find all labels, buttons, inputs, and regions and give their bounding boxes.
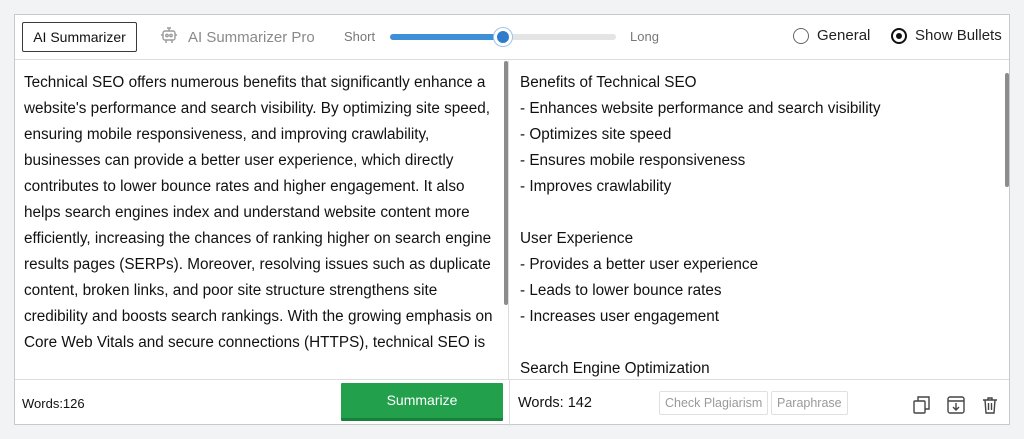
summary-section: User Experience - Provides a better user … [520,226,999,330]
radio-show-bullets[interactable]: Show Bullets [891,27,1002,44]
download-icon[interactable] [945,394,967,416]
radio-show-bullets-circle[interactable] [891,27,907,44]
radio-general-label: General [817,27,871,44]
summary-bullet: - Leads to lower bounce rates [520,282,722,299]
summary-bullet: - Provides a better user experience [520,256,759,273]
summary-section-heading: Benefits of Technical SEO [520,74,697,91]
footer-divider [509,380,510,426]
slider-handle[interactable] [494,28,512,46]
summary-pane: Benefits of Technical SEO - Enhances webs… [510,61,1009,379]
tab-ai-summarizer-pro[interactable]: AI Summarizer Pro [159,25,315,49]
summary-section: Search Engine Optimization [520,356,999,379]
footer: Words:126 Summarize Words: 142 Check Pla… [15,379,1009,426]
summary-word-count: Words: 142 [518,395,592,411]
check-plagiarism-button[interactable]: Check Plagiarism [659,391,769,415]
input-scrollbar[interactable] [502,61,508,379]
tab-ai-summarizer[interactable]: AI Summarizer [22,22,137,52]
summary-scrollbar-thumb[interactable] [1005,73,1009,187]
input-scrollbar-thumb[interactable] [504,61,508,305]
summary-output: Benefits of Technical SEO - Enhances webs… [510,61,1009,379]
slider-fill [390,34,503,40]
summary-bullet: - Increases user engagement [520,308,719,325]
length-long-label: Long [630,29,659,44]
length-short-label: Short [344,29,376,44]
pro-tab-label: AI Summarizer Pro [188,28,315,46]
summary-bullet: - Ensures mobile responsiveness [520,152,746,169]
summary-scrollbar[interactable] [1003,61,1009,379]
summary-section-heading: User Experience [520,230,634,247]
toolbar: AI Summarizer AI Summarizer Pro Short Lo… [15,15,1009,60]
robot-icon [159,25,188,49]
summarize-button[interactable]: Summarize [341,383,503,421]
summary-section-heading: Search Engine Optimization [520,360,710,377]
radio-general[interactable]: General [793,27,870,44]
radio-show-bullets-label: Show Bullets [915,27,1002,44]
radio-general-circle[interactable] [793,27,809,44]
summary-bullet: - Enhances website performance and searc… [520,100,881,117]
input-word-count: Words:126 [22,396,85,411]
summary-bullet: - Optimizes site speed [520,126,672,143]
copy-icon[interactable] [911,394,933,416]
trash-icon[interactable] [979,394,1001,416]
input-textarea[interactable]: Technical SEO offers numerous benefits t… [15,61,508,356]
summary-length-slider[interactable] [390,28,616,46]
summarizer-panel: AI Summarizer AI Summarizer Pro Short Lo… [14,14,1010,426]
input-pane[interactable]: Technical SEO offers numerous benefits t… [15,61,509,379]
paraphrase-button[interactable]: Paraphrase [771,391,848,415]
summary-bullet: - Improves crawlability [520,178,672,195]
summary-section: Benefits of Technical SEO - Enhances webs… [520,70,999,200]
